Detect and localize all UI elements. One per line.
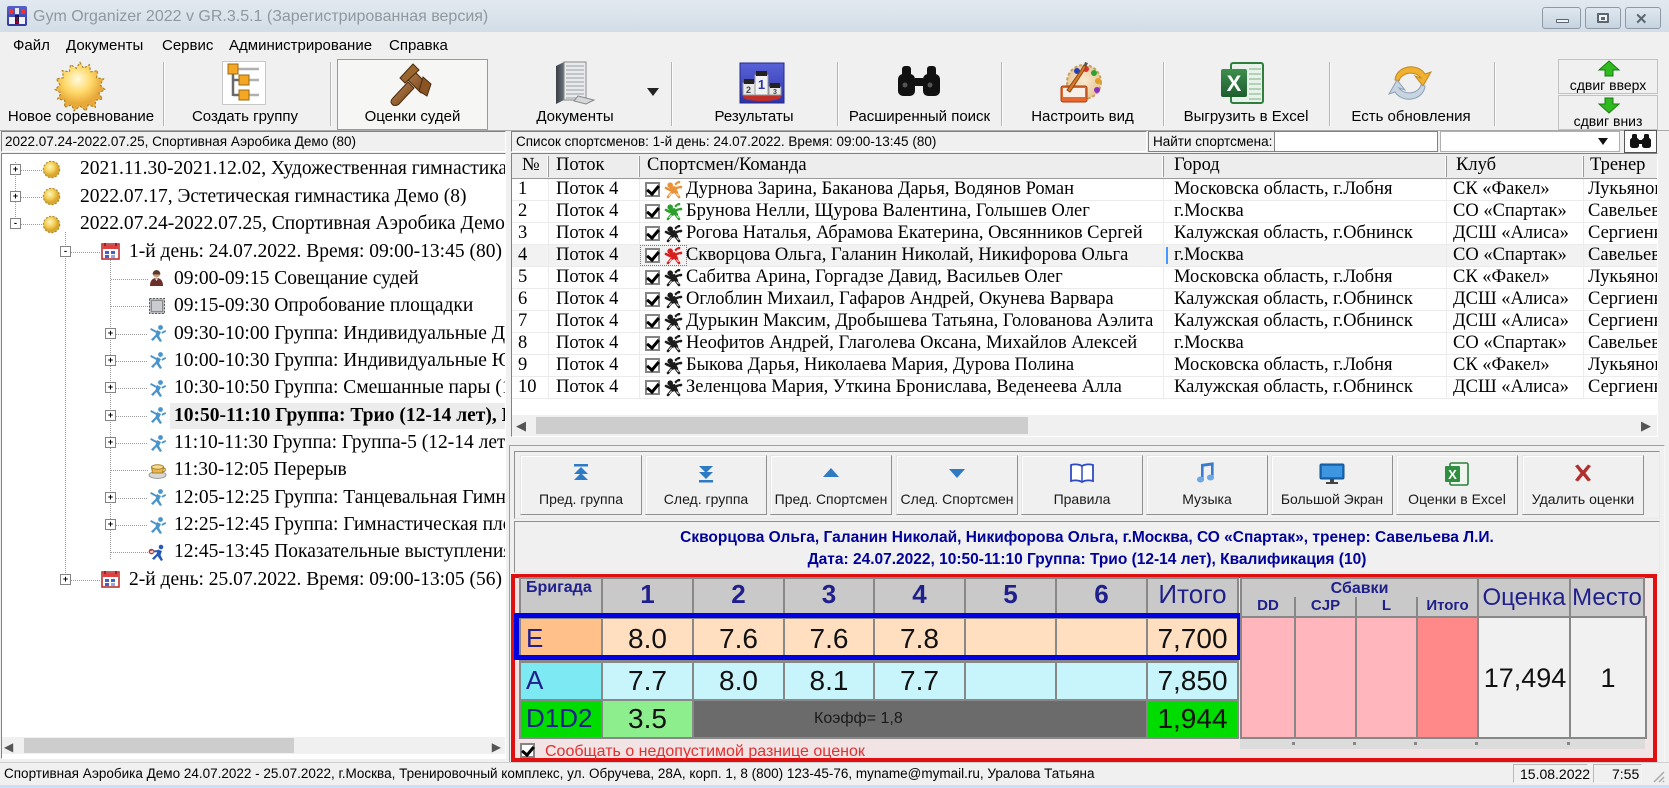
svg-text:1: 1 [15, 16, 20, 25]
svg-text:1: 1 [758, 77, 765, 92]
svg-text:X: X [1227, 71, 1242, 96]
svg-text:X: X [1448, 467, 1457, 482]
svg-text:3: 3 [773, 89, 777, 96]
svg-text:2: 2 [746, 85, 751, 95]
